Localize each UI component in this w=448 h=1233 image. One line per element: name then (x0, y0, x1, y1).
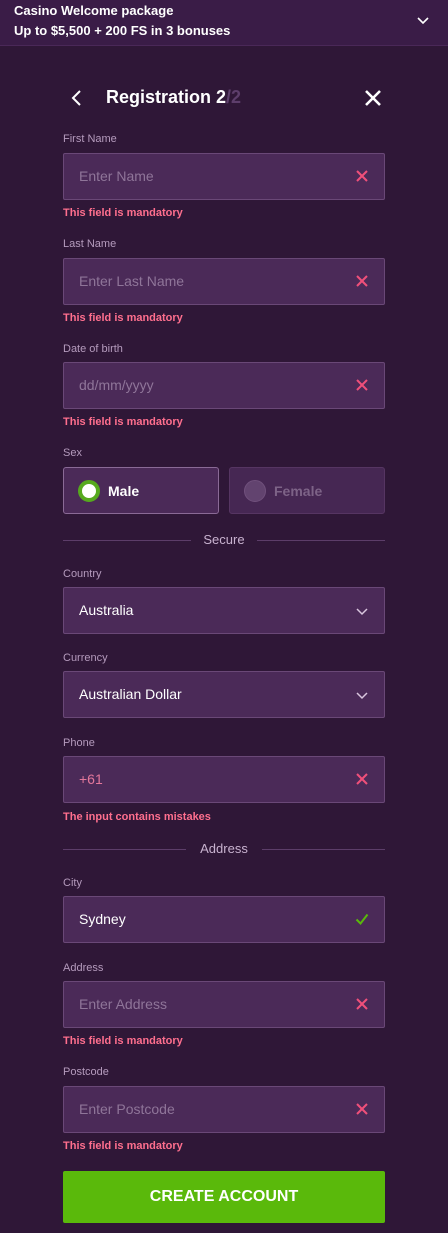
section-divider-secure: Secure (63, 532, 385, 548)
radio-selected-icon (78, 480, 100, 502)
country-label: Country (63, 568, 102, 580)
last-name-field[interactable]: Enter Last Name (63, 258, 385, 305)
clear-x-icon[interactable] (355, 997, 369, 1011)
postcode-label: Postcode (63, 1066, 109, 1078)
promo-banner[interactable]: Casino Welcome package Up to $5,500 + 20… (0, 0, 448, 46)
sex-label: Sex (63, 447, 82, 459)
last-name-error: This field is mandatory (63, 312, 183, 324)
sex-option-label: Male (108, 483, 140, 499)
chevron-down-icon[interactable] (416, 14, 430, 28)
chevron-left-icon[interactable] (67, 88, 87, 108)
postcode-field[interactable]: Enter Postcode (63, 1086, 385, 1133)
section-divider-address: Address (63, 841, 385, 857)
sex-option-male[interactable]: Male (63, 467, 219, 514)
country-value: Australia (79, 602, 134, 618)
clear-x-icon[interactable] (355, 378, 369, 392)
first-name-error: This field is mandatory (63, 207, 183, 219)
dob-label: Date of birth (63, 343, 123, 355)
first-name-field[interactable]: Enter Name (63, 153, 385, 200)
address-label: Address (63, 962, 104, 974)
dob-placeholder: dd/mm/yyyy (79, 377, 154, 393)
last-name-placeholder: Enter Last Name (79, 273, 185, 289)
city-field[interactable]: Sydney (63, 896, 385, 943)
currency-value: Australian Dollar (79, 686, 182, 702)
city-value: Sydney (79, 911, 126, 927)
form-header: Registration 2/2 (63, 82, 385, 114)
last-name-label: Last Name (63, 238, 117, 250)
first-name-placeholder: Enter Name (79, 168, 154, 184)
address-error: This field is mandatory (63, 1035, 183, 1047)
city-label: City (63, 877, 82, 889)
sex-option-female[interactable]: Female (229, 467, 385, 514)
first-name-label: First Name (63, 133, 117, 145)
postcode-error: This field is mandatory (63, 1140, 183, 1152)
promo-title: Casino Welcome package (14, 3, 174, 18)
dob-error: This field is mandatory (63, 416, 183, 428)
radio-unselected-icon (244, 480, 266, 502)
clear-x-icon[interactable] (355, 1102, 369, 1116)
currency-select[interactable]: Australian Dollar (63, 671, 385, 718)
chevron-down-icon (356, 608, 368, 616)
sex-option-label: Female (274, 483, 323, 499)
phone-label: Phone (63, 737, 95, 749)
phone-prefix: +61 (79, 771, 103, 787)
clear-x-icon[interactable] (355, 169, 369, 183)
address-field[interactable]: Enter Address (63, 981, 385, 1028)
currency-label: Currency (63, 652, 108, 664)
check-icon (355, 913, 369, 926)
page-title: Registration 2/2 (106, 87, 242, 107)
clear-x-icon[interactable] (355, 772, 369, 786)
dob-field[interactable]: dd/mm/yyyy (63, 362, 385, 409)
clear-x-icon[interactable] (355, 274, 369, 288)
section-title: Address (200, 841, 248, 856)
address-placeholder: Enter Address (79, 996, 167, 1012)
promo-subtitle: Up to $5,500 + 200 FS in 3 bonuses (14, 23, 231, 38)
create-account-button[interactable]: CREATE ACCOUNT (63, 1171, 385, 1223)
close-icon[interactable] (363, 88, 383, 108)
phone-error: The input contains mistakes (63, 811, 211, 823)
section-title: Secure (203, 532, 245, 547)
step-indicator: /2 (226, 87, 242, 107)
country-select[interactable]: Australia (63, 587, 385, 634)
phone-field[interactable]: +61 (63, 756, 385, 803)
postcode-placeholder: Enter Postcode (79, 1101, 175, 1117)
chevron-down-icon (356, 692, 368, 700)
